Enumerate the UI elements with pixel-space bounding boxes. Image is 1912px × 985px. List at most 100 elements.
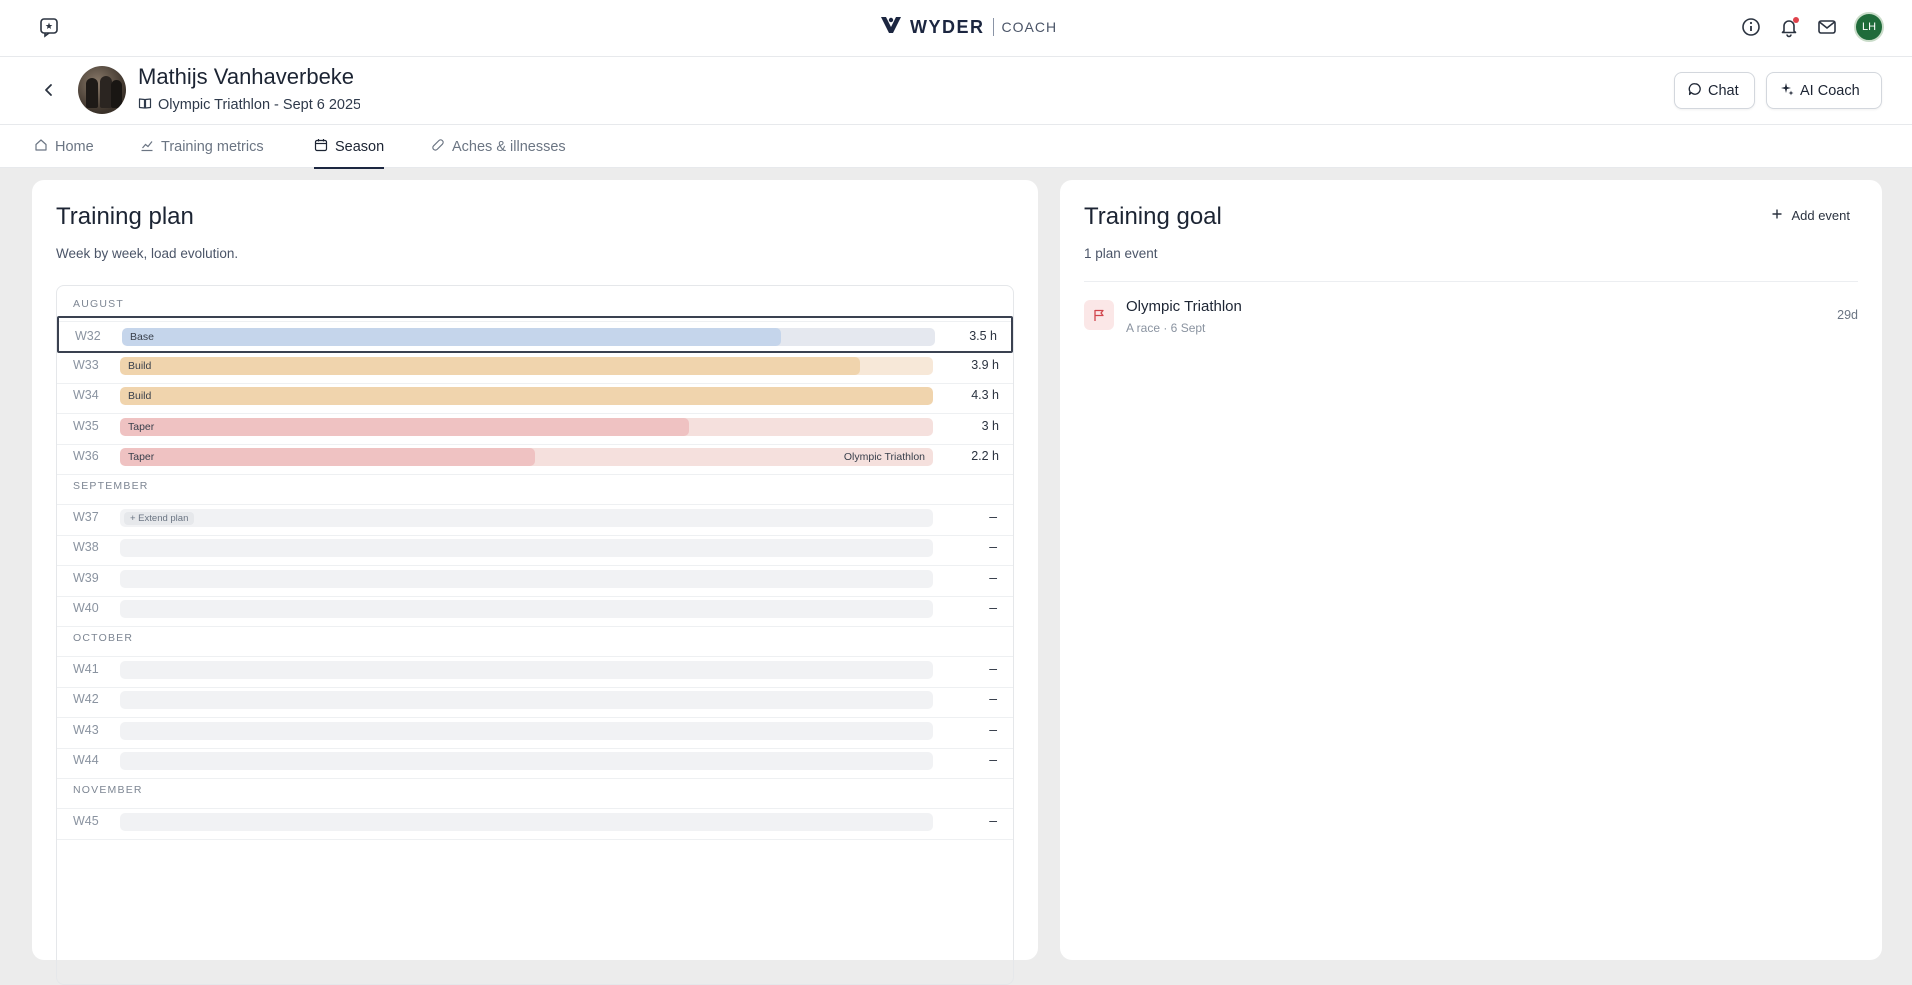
week-hours: –: [989, 659, 997, 676]
athlete-header: Mathijs Vanhaverbeke Olympic Triathlon -…: [0, 57, 1912, 125]
wyder-logo-icon: [880, 15, 902, 40]
week-hours: 2.2 h: [971, 449, 999, 463]
load-bar-track: [120, 721, 933, 740]
goal-event-meta: A race · 6 Sept: [1126, 321, 1206, 335]
tab-training-metrics[interactable]: Training metrics: [140, 125, 264, 168]
week-label: W36: [73, 449, 99, 463]
week-label: W42: [73, 692, 99, 706]
top-bar: WYDER COACH LH: [0, 0, 1912, 57]
goal-event-item[interactable]: Olympic Triathlon A race · 6 Sept 29d: [1084, 292, 1858, 340]
info-icon[interactable]: [1740, 16, 1762, 38]
sparkle-icon: [1780, 82, 1794, 100]
phase-label: Build: [128, 390, 152, 402]
week-hours: 3 h: [981, 418, 999, 433]
feedback-icon[interactable]: [38, 16, 60, 38]
home-icon: [34, 138, 48, 156]
event-marker-label: Olympic Triathlon: [843, 451, 925, 463]
week-label: W33: [73, 357, 99, 372]
training-goal-subtitle: 1 plan event: [1084, 246, 1158, 261]
add-event-label: Add event: [1791, 208, 1850, 223]
chat-button-label: Chat: [1708, 82, 1739, 99]
ai-coach-button[interactable]: AI Coach: [1766, 72, 1882, 109]
extend-plan-button[interactable]: + Extend plan: [124, 511, 195, 525]
week-label: W37: [73, 509, 99, 524]
load-bar-fill: [122, 328, 781, 346]
week-label: W40: [73, 601, 99, 615]
week-hours: –: [989, 811, 997, 828]
goal-event-name: Olympic Triathlon: [1126, 298, 1242, 315]
load-bar-track: [120, 539, 933, 557]
athlete-name: Mathijs Vanhaverbeke: [138, 64, 355, 89]
load-bar-track: [120, 660, 933, 679]
load-bar-track: [120, 691, 933, 709]
week-label: W34: [73, 388, 99, 402]
tab-home-label: Home: [55, 138, 94, 155]
week-label: W38: [73, 540, 99, 554]
week-hours: 3.9 h: [971, 357, 999, 372]
week-label: W43: [73, 722, 99, 737]
training-goal-card: Training goal 1 plan event Add event Oly…: [1060, 180, 1882, 960]
load-bar-fill: [120, 387, 933, 405]
top-right-actions: LH: [1740, 12, 1884, 42]
flag-icon: [1084, 300, 1114, 330]
week-label: W45: [73, 813, 99, 828]
phase-label: Taper: [128, 451, 155, 463]
week-row[interactable]: W45 –: [57, 803, 1013, 840]
brand-separator: [992, 18, 994, 36]
load-bar-track: Taper: [120, 417, 933, 436]
week-hours: –: [989, 690, 997, 706]
week-hours: 3.5 h: [969, 329, 997, 343]
mail-icon[interactable]: [1816, 16, 1838, 38]
week-hours: –: [989, 538, 997, 554]
athlete-event-line: Olympic Triathlon - Sept 6 2025: [138, 96, 360, 114]
phase-label: Build: [128, 359, 152, 372]
week-hours: –: [989, 751, 997, 767]
load-bar-track: Base: [122, 328, 935, 346]
goal-event-days: 29d: [1837, 308, 1858, 322]
training-plan-card: Training plan Week by week, load evoluti…: [32, 180, 1038, 985]
plus-icon: [1771, 208, 1783, 223]
bandage-icon: [431, 138, 445, 156]
week-label: W44: [73, 753, 99, 767]
ai-coach-button-label: AI Coach: [1800, 82, 1860, 99]
training-plan-title: Training plan: [56, 203, 194, 230]
week-hours: 4.3 h: [971, 388, 999, 402]
load-bar-track: Build: [120, 356, 933, 375]
tab-aches-label: Aches & illnesses: [452, 138, 566, 155]
athlete-event-text: Olympic Triathlon - Sept 6 2025: [158, 97, 360, 113]
tab-season[interactable]: Season: [314, 125, 385, 169]
user-avatar[interactable]: LH: [1854, 12, 1884, 42]
chart-icon: [140, 138, 154, 156]
training-plan-subtitle: Week by week, load evolution.: [56, 246, 239, 261]
brand-name: WYDER: [910, 16, 985, 37]
brand-logo: WYDER COACH: [880, 14, 1057, 40]
week-label: W32: [75, 329, 101, 343]
bell-icon[interactable]: [1778, 16, 1800, 38]
add-event-button[interactable]: Add event: [1771, 208, 1850, 223]
athlete-tabs: Home Training metrics Season Aches & ill…: [0, 125, 1912, 169]
training-goal-title: Training goal: [1084, 203, 1222, 230]
back-chevron-icon[interactable]: [40, 81, 58, 99]
load-bar-track: Build: [120, 387, 933, 405]
week-hours: –: [989, 507, 997, 524]
tab-home[interactable]: Home: [34, 125, 94, 168]
book-icon: [138, 96, 152, 114]
chat-button[interactable]: Chat: [1674, 72, 1755, 109]
load-bar-track: Taper Olympic Triathlon: [120, 448, 933, 466]
athlete-avatar: [78, 66, 126, 114]
load-bar-fill: [120, 448, 535, 466]
brand-product: COACH: [1001, 19, 1058, 35]
week-label: W39: [73, 570, 99, 585]
load-bar-track: [120, 752, 933, 770]
phase-label: Base: [130, 331, 154, 343]
notification-dot: [1793, 17, 1799, 23]
week-label: W41: [73, 661, 99, 676]
load-bar-track: + Extend plan: [120, 508, 933, 527]
week-hours: –: [989, 568, 997, 585]
goal-divider: [1084, 281, 1858, 282]
tab-aches-illnesses[interactable]: Aches & illnesses: [431, 125, 566, 168]
load-bar-fill: [120, 356, 860, 375]
week-hours: –: [989, 720, 997, 737]
load-bar-track: [120, 600, 933, 618]
week-hours: –: [989, 599, 997, 615]
